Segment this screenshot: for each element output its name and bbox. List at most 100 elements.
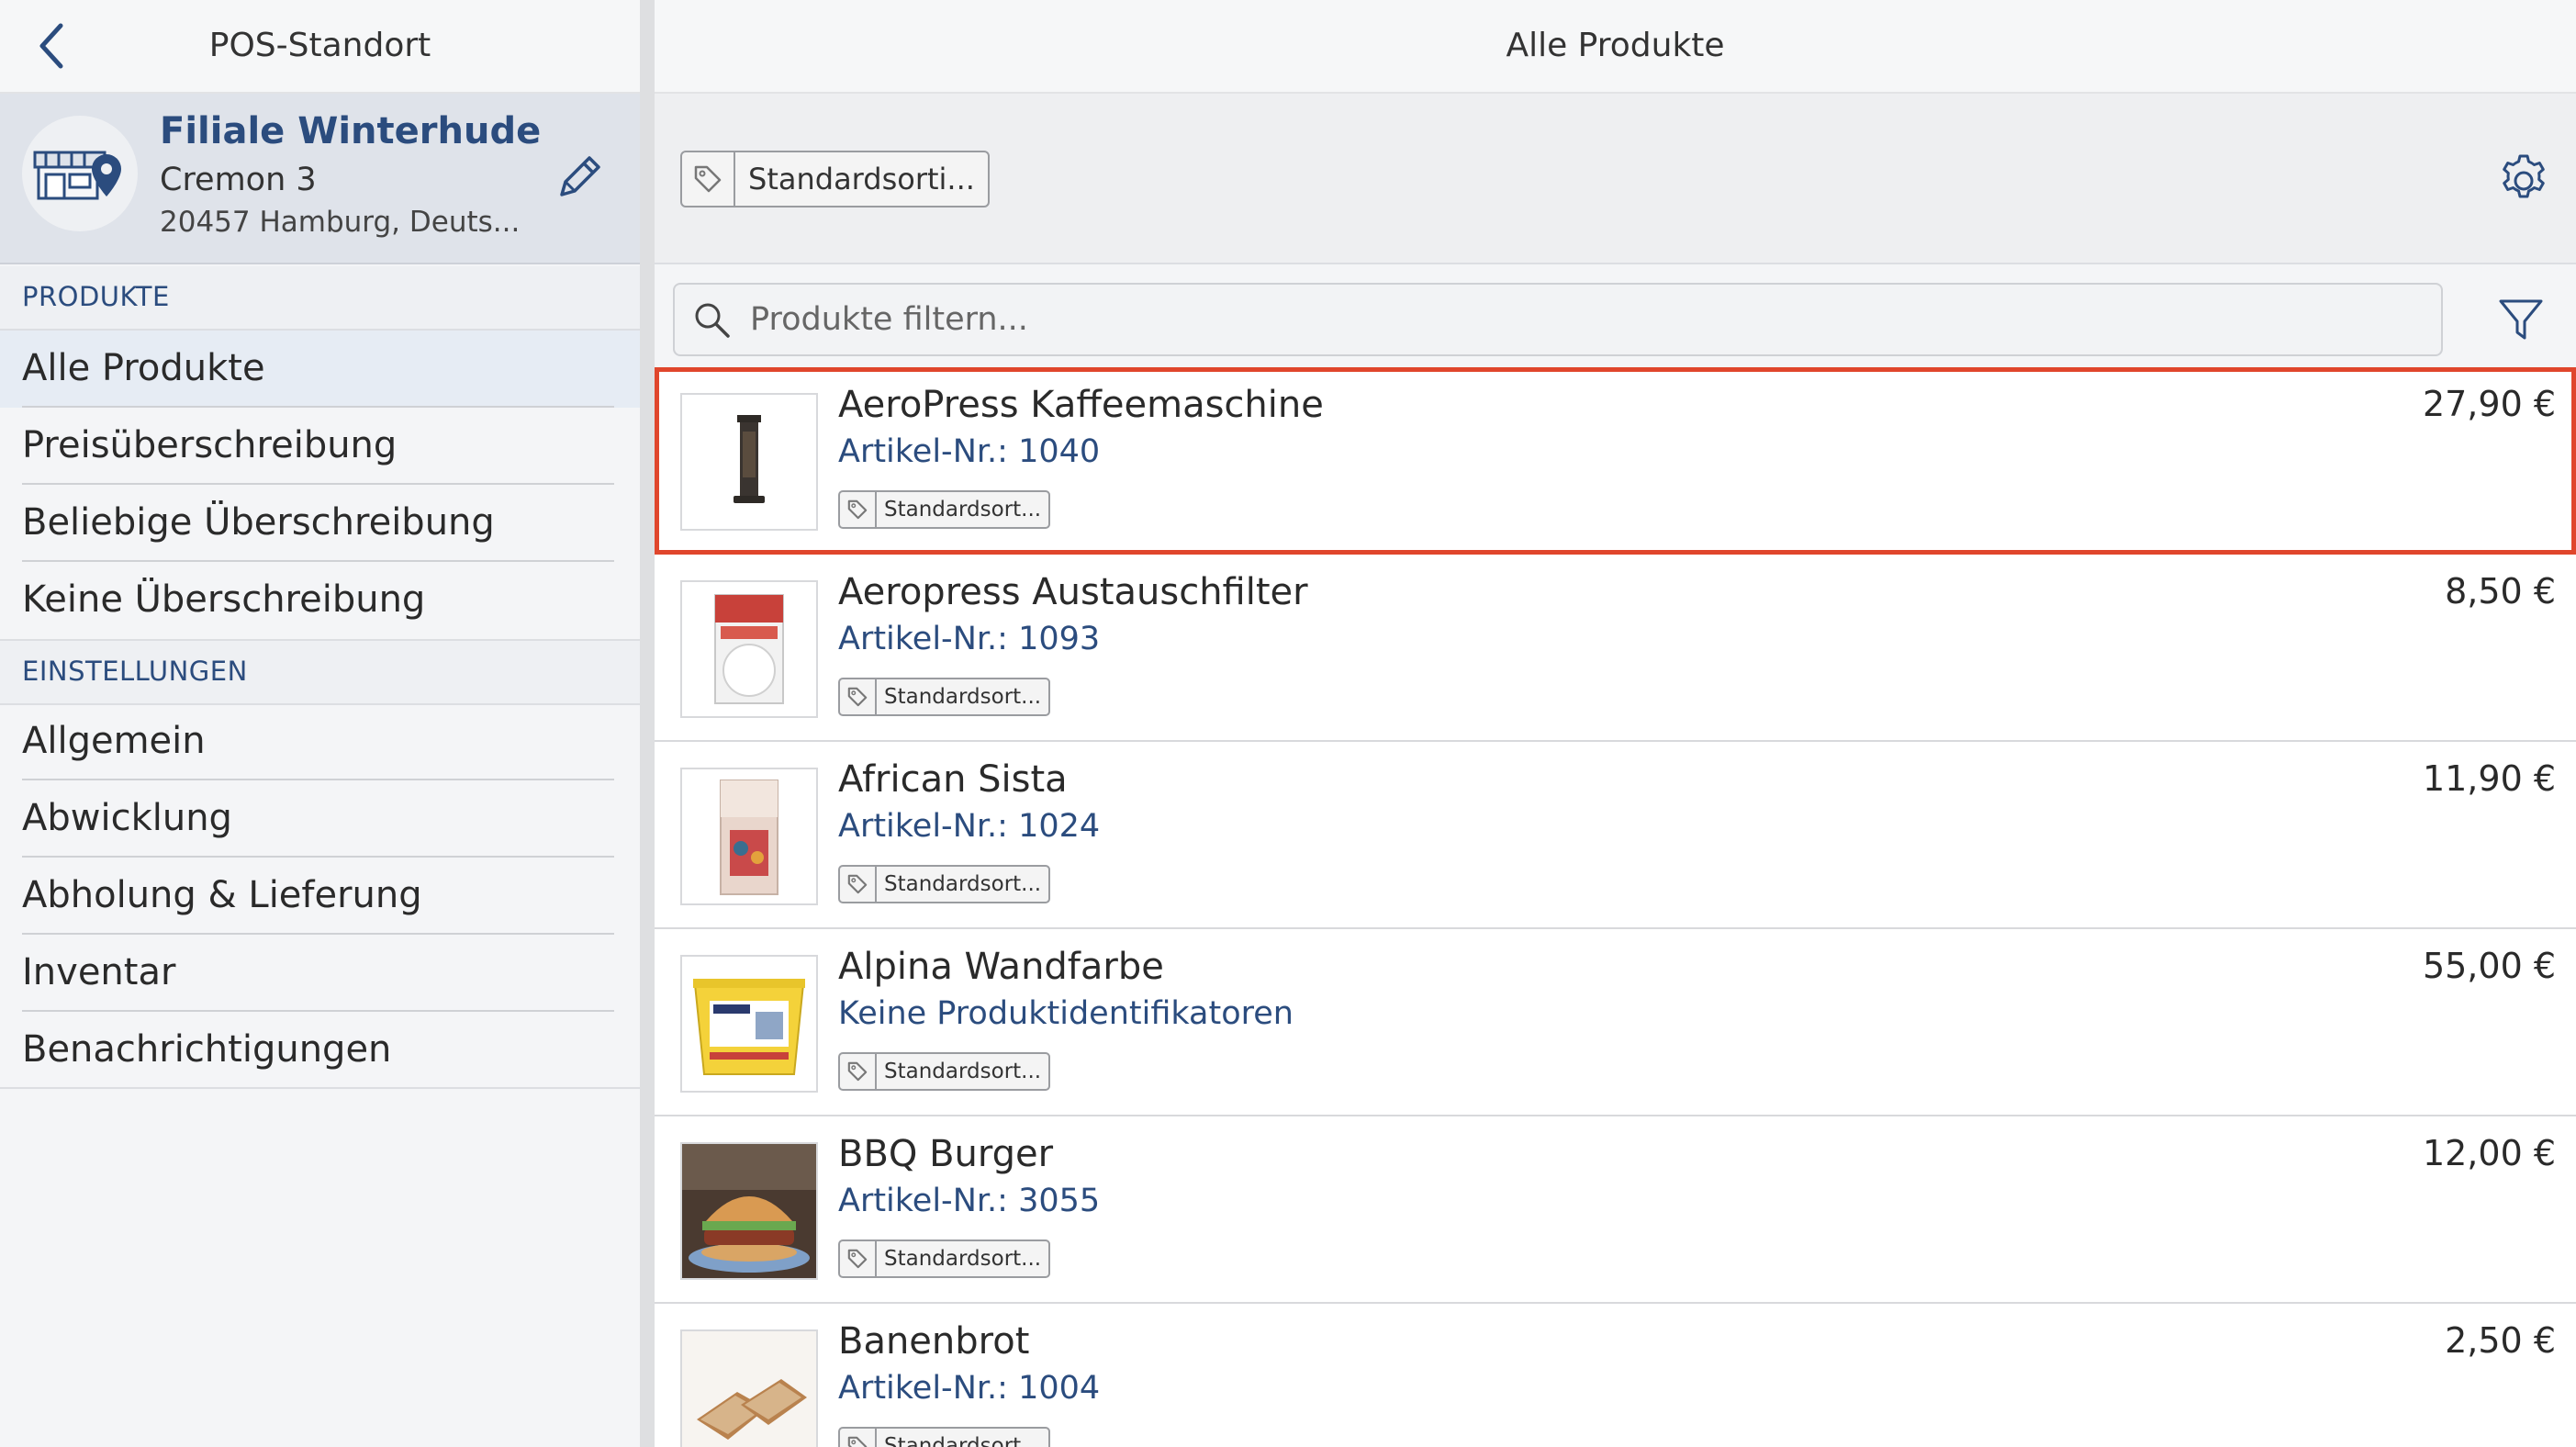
tag-icon-box: [840, 492, 877, 527]
product-thumbnail: [680, 580, 818, 718]
edit-store-button[interactable]: [549, 149, 608, 208]
tag-icon: [847, 1436, 868, 1447]
sidebar-title: POS-Standort: [208, 27, 431, 64]
product-price: 8,50 €: [2445, 571, 2556, 611]
nav-item-label: Benachrichtigungen: [22, 1028, 392, 1071]
search-icon: [695, 303, 730, 338]
bread-image: [682, 1331, 816, 1447]
product-sku: Artikel-Nr.: 3055: [838, 1183, 1101, 1219]
assortment-chip[interactable]: Standardsorti...: [680, 151, 990, 208]
product-price: 27,90 €: [2422, 384, 2556, 424]
nav-item-allgemein[interactable]: Allgemein: [0, 703, 640, 780]
back-button[interactable]: [26, 18, 81, 73]
product-sku: Artikel-Nr.: 1093: [838, 621, 1101, 657]
search-input[interactable]: [748, 292, 2423, 347]
assortment-tag-label: Standardsort...: [884, 872, 1042, 896]
assortment-tag-label: Standardsort...: [884, 1434, 1042, 1447]
product-row[interactable]: African Sista Artikel-Nr.: 1024 11,90 € …: [655, 742, 2576, 929]
nav-item-benachrichtigungen[interactable]: Benachrichtigungen: [0, 1012, 640, 1089]
assortment-toolbar: Standardsorti...: [655, 94, 2576, 264]
nav-item-alle-produkte[interactable]: Alle Produkte: [0, 331, 640, 408]
nav-item-label: Abholung & Lieferung: [22, 874, 422, 916]
product-name: AeroPress Kaffeemaschine: [838, 384, 1324, 426]
assortment-tag: Standardsort...: [838, 1052, 1051, 1091]
page-title: Alle Produkte: [1506, 27, 1725, 64]
tag-icon: [694, 165, 722, 193]
nav-item-label: Preisüberschreibung: [22, 424, 398, 466]
settings-button[interactable]: [2493, 151, 2554, 211]
product-name: BBQ Burger: [838, 1133, 1054, 1175]
tag-icon: [847, 1061, 868, 1082]
gear-icon: [2503, 154, 2545, 198]
product-thumbnail: [680, 1329, 818, 1447]
assortment-tag-label: Standardsort...: [884, 1060, 1042, 1083]
nav-item-label: Abwicklung: [22, 797, 232, 839]
nav-item-inventar[interactable]: Inventar: [0, 935, 640, 1012]
product-row[interactable]: BBQ Burger Artikel-Nr.: 3055 12,00 € Sta…: [655, 1116, 2576, 1304]
filter-button[interactable]: [2493, 292, 2548, 347]
chevron-left-icon: [39, 23, 63, 69]
divider: [0, 1087, 640, 1089]
nav-item-label: Alle Produkte: [22, 347, 265, 389]
main-header: Alle Produkte: [655, 0, 2576, 94]
section-label: PRODUKTE: [22, 281, 170, 312]
sidebar: POS-Standort Filiale Winterhude Cremon 3…: [0, 0, 640, 1447]
assortment-tag: Standardsort...: [838, 1239, 1051, 1278]
tag-icon-box: [840, 1241, 877, 1276]
tea-box-image: [720, 780, 778, 895]
product-sku: Artikel-Nr.: 1004: [838, 1370, 1101, 1407]
tag-icon: [847, 1249, 868, 1269]
nav-item-abwicklung[interactable]: Abwicklung: [0, 780, 640, 858]
assortment-tag: Standardsort...: [838, 1427, 1051, 1447]
assortment-tag: Standardsort...: [838, 865, 1051, 903]
assortment-chip-label: Standardsorti...: [748, 162, 975, 196]
store-location-icon: [33, 151, 121, 200]
product-price: 11,90 €: [2422, 758, 2556, 799]
filter-icon: [2499, 299, 2543, 340]
product-name: Banenbrot: [838, 1320, 1030, 1363]
store-city: 20457 Hamburg, Deuts...: [160, 206, 521, 239]
product-thumbnail: [680, 393, 818, 531]
burger-image: [682, 1144, 816, 1278]
product-row[interactable]: Alpina Wandfarbe Keine Produktidentifika…: [655, 929, 2576, 1116]
store-name: Filiale Winterhude: [160, 110, 542, 152]
product-name: African Sista: [838, 758, 1068, 801]
assortment-tag-label: Standardsort...: [884, 498, 1042, 522]
paper-filter-image: [714, 594, 784, 704]
product-name: Alpina Wandfarbe: [838, 946, 1164, 988]
store-card[interactable]: Filiale Winterhude Cremon 3 20457 Hambur…: [0, 94, 640, 264]
tag-icon-box: [840, 1054, 877, 1089]
product-price: 55,00 €: [2422, 946, 2556, 986]
nav-item-beliebige-ueberschreibung[interactable]: Beliebige Überschreibung: [0, 485, 640, 562]
store-street: Cremon 3: [160, 162, 317, 198]
split-divider[interactable]: [640, 0, 655, 1447]
nav-item-label: Keine Überschreibung: [22, 578, 426, 621]
tag-icon: [847, 687, 868, 707]
nav-item-label: Beliebige Überschreibung: [22, 501, 495, 544]
product-row[interactable]: AeroPress Kaffeemaschine Artikel-Nr.: 10…: [655, 367, 2576, 555]
nav-item-abholung-lieferung[interactable]: Abholung & Lieferung: [0, 858, 640, 935]
search-box[interactable]: [673, 283, 2443, 356]
section-header-einstellungen: EINSTELLUNGEN: [0, 639, 640, 705]
tag-icon-box: [840, 867, 877, 902]
product-name: Aeropress Austauschfilter: [838, 571, 1308, 613]
product-thumbnail: [680, 955, 818, 1093]
nav-item-label: Inventar: [22, 951, 176, 993]
assortment-tag-label: Standardsort...: [884, 685, 1042, 709]
product-sku: Keine Produktidentifikatoren: [838, 995, 1294, 1032]
product-price: 12,00 €: [2422, 1133, 2556, 1173]
assortment-tag: Standardsort...: [838, 490, 1051, 529]
assortment-tag: Standardsort...: [838, 678, 1051, 716]
tag-icon: [847, 874, 868, 894]
section-header-produkte: PRODUKTE: [0, 266, 640, 331]
nav-item-preisueberschreibung[interactable]: Preisüberschreibung: [0, 408, 640, 485]
tag-icon-box: [840, 679, 877, 714]
product-sku: Artikel-Nr.: 1024: [838, 808, 1101, 845]
product-row[interactable]: Banenbrot Artikel-Nr.: 1004 2,50 € Stand…: [655, 1304, 2576, 1447]
tag-icon-box: [840, 1429, 877, 1447]
nav-item-keine-ueberschreibung[interactable]: Keine Überschreibung: [0, 562, 640, 639]
product-thumbnail: [680, 1142, 818, 1280]
store-avatar: [22, 116, 138, 231]
product-row[interactable]: Aeropress Austauschfilter Artikel-Nr.: 1…: [655, 555, 2576, 742]
product-thumbnail: [680, 768, 818, 905]
